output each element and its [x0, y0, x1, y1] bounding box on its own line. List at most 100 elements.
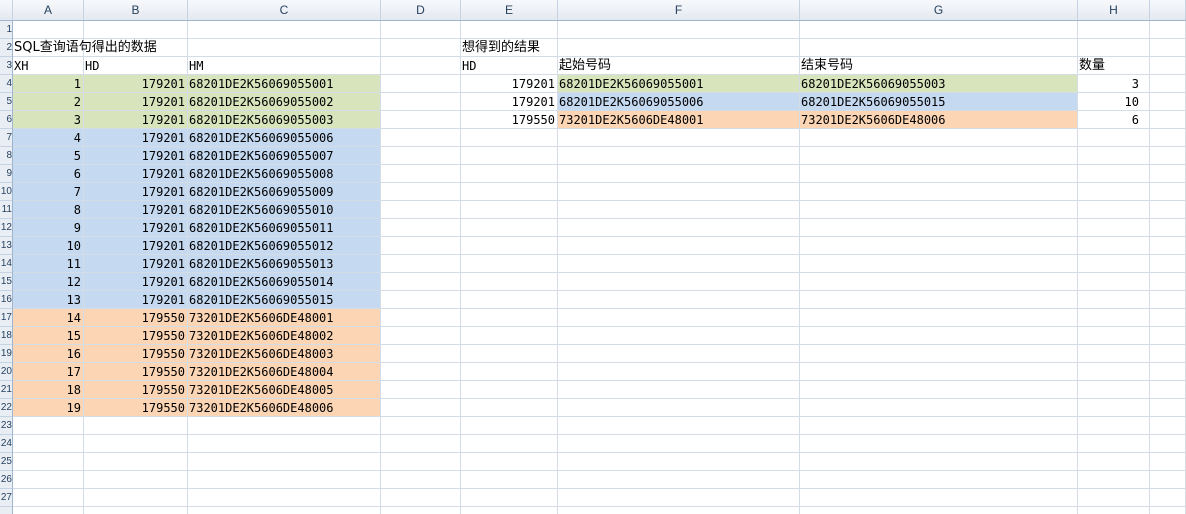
cell-xh[interactable]: 13: [13, 291, 82, 309]
cell-xh[interactable]: 6: [13, 165, 82, 183]
cell-hm[interactable]: 68201DE2K56069055015: [188, 291, 379, 309]
cell-hd[interactable]: 179201: [84, 129, 186, 147]
cell-xh[interactable]: 7: [13, 183, 82, 201]
cell-hm[interactable]: 68201DE2K56069055001: [188, 75, 379, 93]
row-header[interactable]: 5: [0, 93, 12, 111]
row-header[interactable]: 13: [0, 237, 12, 255]
cell-hd[interactable]: 179201: [84, 273, 186, 291]
cell-hm[interactable]: 73201DE2K5606DE48002: [188, 327, 379, 345]
cell-result-hd[interactable]: 179201: [461, 75, 556, 93]
cell-hd[interactable]: 179201: [84, 201, 186, 219]
spreadsheet[interactable]: ABCDEFGH 1 2 3 4 5 6 7 8 9 10 11 12 13 14 15 16 17 18 19 20…: [0, 0, 1186, 514]
row-header[interactable]: 4: [0, 75, 12, 93]
column-header-b[interactable]: B: [84, 0, 188, 20]
cell-hd[interactable]: 179201: [84, 165, 186, 183]
row-header[interactable]: 24: [0, 435, 12, 453]
cell-count[interactable]: 3: [1078, 75, 1140, 93]
row-header[interactable]: 15: [0, 273, 12, 291]
left-table-title[interactable]: SQL查询语句得出的数据: [13, 39, 158, 57]
cell-hm[interactable]: 68201DE2K56069055003: [188, 111, 379, 129]
header-count[interactable]: 数量: [1078, 57, 1106, 75]
cell-hd[interactable]: 179201: [84, 219, 186, 237]
cell-hm[interactable]: 68201DE2K56069055006: [188, 129, 379, 147]
row-header[interactable]: 3: [0, 57, 12, 75]
cell-xh[interactable]: 9: [13, 219, 82, 237]
cell-hm[interactable]: 68201DE2K56069055014: [188, 273, 379, 291]
cell-xh[interactable]: 18: [13, 381, 82, 399]
cell-result-hd[interactable]: 179201: [461, 93, 556, 111]
cell-grid[interactable]: SQL查询语句得出的数据 XH HD HM 想得到的结果 HD 起始号码 结束号…: [13, 21, 1186, 514]
cell-start-number[interactable]: 73201DE2K5606DE48001: [558, 111, 798, 129]
row-header[interactable]: 16: [0, 291, 12, 309]
cell-end-number[interactable]: 68201DE2K56069055003: [800, 75, 1076, 93]
row-header[interactable]: 11: [0, 201, 12, 219]
cell-hm[interactable]: 68201DE2K56069055008: [188, 165, 379, 183]
cell-hm[interactable]: 68201DE2K56069055010: [188, 201, 379, 219]
cell-hm[interactable]: 68201DE2K56069055013: [188, 255, 379, 273]
header-hm[interactable]: HM: [188, 57, 204, 75]
column-header-f[interactable]: F: [558, 0, 800, 20]
column-header-c[interactable]: C: [188, 0, 381, 20]
cell-end-number[interactable]: 68201DE2K56069055015: [800, 93, 1076, 111]
cell-hd[interactable]: 179201: [84, 291, 186, 309]
cell-hd[interactable]: 179550: [84, 345, 186, 363]
row-header[interactable]: 6: [0, 111, 12, 129]
cell-hm[interactable]: 68201DE2K56069055002: [188, 93, 379, 111]
row-header[interactable]: 20: [0, 363, 12, 381]
row-header[interactable]: 21: [0, 381, 12, 399]
row-header[interactable]: 26: [0, 471, 12, 489]
select-all-corner[interactable]: [0, 0, 13, 20]
cell-start-number[interactable]: 68201DE2K56069055006: [558, 93, 798, 111]
cell-hm[interactable]: 73201DE2K5606DE48003: [188, 345, 379, 363]
cell-hd[interactable]: 179550: [84, 381, 186, 399]
row-header[interactable]: 19: [0, 345, 12, 363]
cell-xh[interactable]: 3: [13, 111, 82, 129]
cell-xh[interactable]: 10: [13, 237, 82, 255]
row-header[interactable]: 22: [0, 399, 12, 417]
cell-xh[interactable]: 12: [13, 273, 82, 291]
row-header[interactable]: 17: [0, 309, 12, 327]
row-header[interactable]: 14: [0, 255, 12, 273]
cell-count[interactable]: 6: [1078, 111, 1140, 129]
cell-hd[interactable]: 179201: [84, 75, 186, 93]
row-header[interactable]: 18: [0, 327, 12, 345]
column-header-h[interactable]: H: [1078, 0, 1150, 20]
cell-hd[interactable]: 179550: [84, 399, 186, 417]
column-header-a[interactable]: A: [13, 0, 84, 20]
cell-hd[interactable]: 179201: [84, 237, 186, 255]
cell-count[interactable]: 10: [1078, 93, 1140, 111]
right-table-title[interactable]: 想得到的结果: [461, 39, 541, 57]
row-header[interactable]: 10: [0, 183, 12, 201]
cell-xh[interactable]: 8: [13, 201, 82, 219]
cell-hd[interactable]: 179201: [84, 255, 186, 273]
column-header-g[interactable]: G: [800, 0, 1078, 20]
cell-hm[interactable]: 73201DE2K5606DE48005: [188, 381, 379, 399]
cell-xh[interactable]: 17: [13, 363, 82, 381]
row-header[interactable]: 27: [0, 489, 12, 507]
header-start-number[interactable]: 起始号码: [558, 57, 612, 75]
cell-xh[interactable]: 1: [13, 75, 82, 93]
row-header[interactable]: 9: [0, 165, 12, 183]
cell-hm[interactable]: 73201DE2K5606DE48001: [188, 309, 379, 327]
column-header-e[interactable]: E: [461, 0, 558, 20]
row-header[interactable]: 1: [0, 21, 12, 39]
row-header[interactable]: 2: [0, 39, 12, 57]
cell-result-hd[interactable]: 179550: [461, 111, 556, 129]
header-xh[interactable]: XH: [13, 57, 29, 75]
header-end-number[interactable]: 结束号码: [800, 57, 854, 75]
cell-xh[interactable]: 2: [13, 93, 82, 111]
cell-start-number[interactable]: 68201DE2K56069055001: [558, 75, 798, 93]
cell-hd[interactable]: 179201: [84, 147, 186, 165]
row-header[interactable]: 7: [0, 129, 12, 147]
column-header-next[interactable]: [1150, 0, 1186, 20]
cell-hd[interactable]: 179550: [84, 363, 186, 381]
cell-xh[interactable]: 4: [13, 129, 82, 147]
cell-hd[interactable]: 179550: [84, 309, 186, 327]
cell-hm[interactable]: 68201DE2K56069055011: [188, 219, 379, 237]
cell-hm[interactable]: 73201DE2K5606DE48004: [188, 363, 379, 381]
cell-hd[interactable]: 179550: [84, 327, 186, 345]
cell-hm[interactable]: 68201DE2K56069055012: [188, 237, 379, 255]
cell-hd[interactable]: 179201: [84, 111, 186, 129]
row-header[interactable]: 8: [0, 147, 12, 165]
cell-xh[interactable]: 11: [13, 255, 82, 273]
